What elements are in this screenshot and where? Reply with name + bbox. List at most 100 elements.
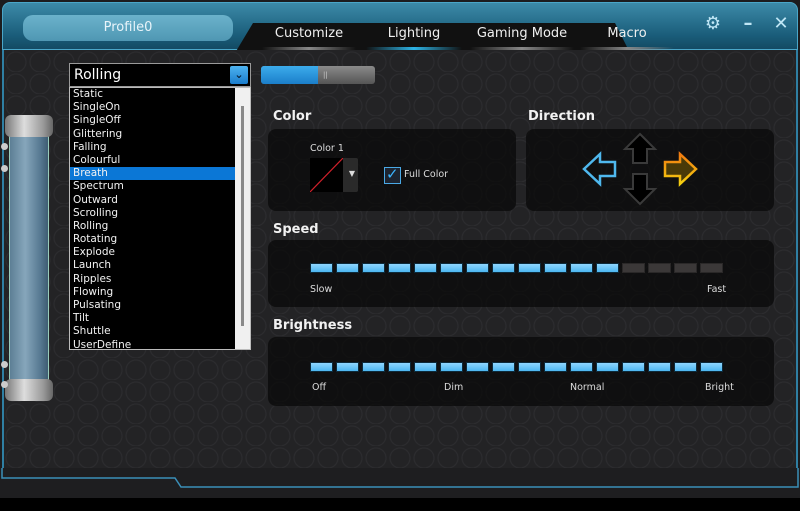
- chevron-down-icon[interactable]: ⌄: [230, 66, 248, 84]
- effect-option-singleoff[interactable]: SingleOff: [70, 114, 236, 127]
- brightness-label-off: Off: [312, 382, 327, 393]
- brightness-segment-5[interactable]: [414, 362, 437, 372]
- speed-segment-4[interactable]: [388, 263, 411, 273]
- effect-selected-value: Rolling: [74, 67, 122, 83]
- speed-slider[interactable]: [310, 263, 723, 273]
- effect-items: Static SingleOn SingleOff Glittering Falling…: [70, 88, 236, 349]
- speed-segment-15[interactable]: [674, 263, 697, 273]
- brightness-segment-11[interactable]: [570, 362, 593, 372]
- minimize-button[interactable]: –: [735, 11, 761, 37]
- brightness-segment-6[interactable]: [440, 362, 463, 372]
- tab-gaming-mode[interactable]: Gaming Mode: [470, 26, 574, 50]
- brightness-label-normal: Normal: [570, 382, 605, 393]
- brightness-segment-1[interactable]: [310, 362, 333, 372]
- check-icon: ✓: [386, 165, 399, 183]
- tab-customize[interactable]: Customize: [262, 26, 356, 50]
- brightness-segment-12[interactable]: [596, 362, 619, 372]
- direction-up-arrow-icon[interactable]: [622, 132, 658, 166]
- mode-toggle-slider[interactable]: ||: [261, 66, 375, 84]
- speed-segment-1[interactable]: [310, 263, 333, 273]
- effect-option-userdefine[interactable]: UserDefine: [70, 339, 236, 349]
- brightness-segment-7[interactable]: [466, 362, 489, 372]
- effect-option-singleon[interactable]: SingleOn: [70, 101, 236, 114]
- effect-option-breath[interactable]: Breath: [70, 167, 236, 181]
- brightness-segment-9[interactable]: [518, 362, 541, 372]
- brightness-segment-15[interactable]: [674, 362, 697, 372]
- direction-left-arrow-icon[interactable]: [582, 151, 618, 187]
- effect-option-explode[interactable]: Explode: [70, 246, 236, 259]
- speed-segment-7[interactable]: [466, 263, 489, 273]
- effect-dropdown[interactable]: Rolling ⌄: [69, 63, 251, 87]
- scrollbar-thumb[interactable]: [241, 106, 244, 326]
- speed-segment-6[interactable]: [440, 263, 463, 273]
- brightness-label-dim: Dim: [444, 382, 464, 393]
- speed-segment-11[interactable]: [570, 263, 593, 273]
- brightness-slider[interactable]: [310, 362, 723, 372]
- color-section-title: Color: [273, 109, 312, 124]
- speed-segment-5[interactable]: [414, 263, 437, 273]
- brightness-segment-16[interactable]: [700, 362, 723, 372]
- effect-option-spectrum[interactable]: Spectrum: [70, 180, 236, 193]
- direction-down-arrow-icon[interactable]: [622, 172, 658, 206]
- effect-option-ripples[interactable]: Ripples: [70, 273, 236, 286]
- speed-segment-13[interactable]: [622, 263, 645, 273]
- settings-icon[interactable]: ⚙: [700, 11, 726, 37]
- color1-picker[interactable]: ▼: [310, 158, 358, 192]
- tab-label: Customize: [274, 26, 344, 41]
- full-color-checkbox[interactable]: ✓: [384, 165, 401, 184]
- tube-cap-top: [5, 115, 53, 137]
- bolt: [1, 361, 8, 368]
- effect-option-pulsating[interactable]: Pulsating: [70, 299, 236, 312]
- tab-label: Macro: [607, 26, 647, 41]
- toggle-fill: [261, 66, 318, 84]
- brightness-segment-13[interactable]: [622, 362, 645, 372]
- effect-option-rolling[interactable]: Rolling: [70, 220, 236, 233]
- speed-segment-10[interactable]: [544, 263, 567, 273]
- effect-option-static[interactable]: Static: [70, 88, 236, 101]
- speed-panel: [268, 240, 774, 307]
- list-scrollbar[interactable]: [235, 88, 250, 349]
- speed-segment-16[interactable]: [700, 263, 723, 273]
- speed-segment-12[interactable]: [596, 263, 619, 273]
- speed-max-label: Fast: [707, 284, 727, 295]
- tab-label: Lighting: [387, 26, 441, 41]
- direction-right-arrow-icon[interactable]: [662, 151, 698, 187]
- effect-option-tilt[interactable]: Tilt: [70, 312, 236, 325]
- tab-lighting[interactable]: Lighting: [366, 26, 462, 50]
- no-color-slash-icon: [310, 158, 343, 192]
- speed-segment-2[interactable]: [336, 263, 359, 273]
- brightness-segment-8[interactable]: [492, 362, 515, 372]
- tab-macro[interactable]: Macro: [580, 26, 674, 50]
- effect-option-scrolling[interactable]: Scrolling: [70, 207, 236, 220]
- effect-option-glittering[interactable]: Glittering: [70, 128, 236, 141]
- effect-option-flowing[interactable]: Flowing: [70, 286, 236, 299]
- toggle-grip[interactable]: ||: [323, 71, 328, 79]
- brightness-segment-14[interactable]: [648, 362, 671, 372]
- brightness-segment-2[interactable]: [336, 362, 359, 372]
- effect-option-colourful[interactable]: Colourful: [70, 154, 236, 167]
- speed-segment-9[interactable]: [518, 263, 541, 273]
- bolt: [1, 165, 8, 172]
- brightness-segment-3[interactable]: [362, 362, 385, 372]
- effect-option-rotating[interactable]: Rotating: [70, 233, 236, 246]
- speed-segment-8[interactable]: [492, 263, 515, 273]
- full-color-label: Full Color: [404, 169, 449, 180]
- effect-option-outward[interactable]: Outward: [70, 194, 236, 207]
- effect-option-launch[interactable]: Launch: [70, 259, 236, 272]
- brightness-segment-4[interactable]: [388, 362, 411, 372]
- speed-segment-14[interactable]: [648, 263, 671, 273]
- effect-option-shuttle[interactable]: Shuttle: [70, 325, 236, 338]
- profile-name[interactable]: Profile0: [23, 15, 233, 41]
- effect-options-list[interactable]: Static SingleOn SingleOff Glittering Falling…: [69, 87, 251, 350]
- tab-label: Gaming Mode: [476, 26, 568, 41]
- effect-option-falling[interactable]: Falling: [70, 141, 236, 154]
- footer-bar: [0, 468, 800, 511]
- tube-glass: [9, 133, 49, 385]
- speed-segment-3[interactable]: [362, 263, 385, 273]
- brightness-label-bright: Bright: [705, 382, 734, 393]
- brightness-segment-10[interactable]: [544, 362, 567, 372]
- close-button[interactable]: ✕: [768, 11, 794, 37]
- footer-bottom-strip: [0, 498, 800, 511]
- brightness-section-title: Brightness: [273, 318, 353, 333]
- speed-min-label: Slow: [310, 284, 333, 295]
